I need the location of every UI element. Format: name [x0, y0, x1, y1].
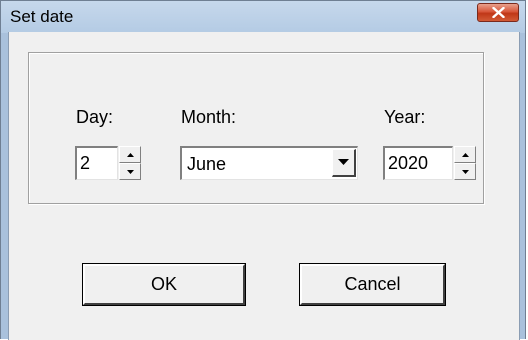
- year-spin-down-button[interactable]: [454, 163, 476, 180]
- month-select-value: June: [187, 154, 227, 174]
- day-spin-up-button[interactable]: [119, 146, 141, 163]
- arrow-down-icon: [127, 170, 134, 174]
- year-spinner[interactable]: [454, 146, 476, 180]
- year-label: Year:: [384, 107, 426, 127]
- close-icon: [492, 7, 505, 18]
- titlebar[interactable]: Set date: [1, 1, 525, 33]
- month-dropdown-button[interactable]: [332, 149, 356, 177]
- day-input[interactable]: 2: [75, 146, 118, 180]
- close-button[interactable]: [477, 3, 519, 22]
- cancel-button[interactable]: Cancel: [299, 263, 446, 306]
- ok-button[interactable]: OK: [82, 263, 246, 306]
- arrow-down-icon: [462, 170, 469, 174]
- arrow-up-icon: [462, 153, 469, 157]
- month-select[interactable]: June: [180, 146, 358, 180]
- chevron-down-icon: [338, 159, 349, 165]
- arrow-up-icon: [127, 153, 134, 157]
- year-spin-up-button[interactable]: [454, 146, 476, 163]
- day-label: Day:: [76, 107, 114, 127]
- year-input[interactable]: 2020: [383, 146, 453, 180]
- window-title: Set date: [10, 7, 74, 26]
- month-label: Month:: [181, 107, 237, 127]
- day-spin-down-button[interactable]: [119, 163, 141, 180]
- date-groupbox: [28, 52, 484, 204]
- day-spinner[interactable]: [119, 146, 141, 180]
